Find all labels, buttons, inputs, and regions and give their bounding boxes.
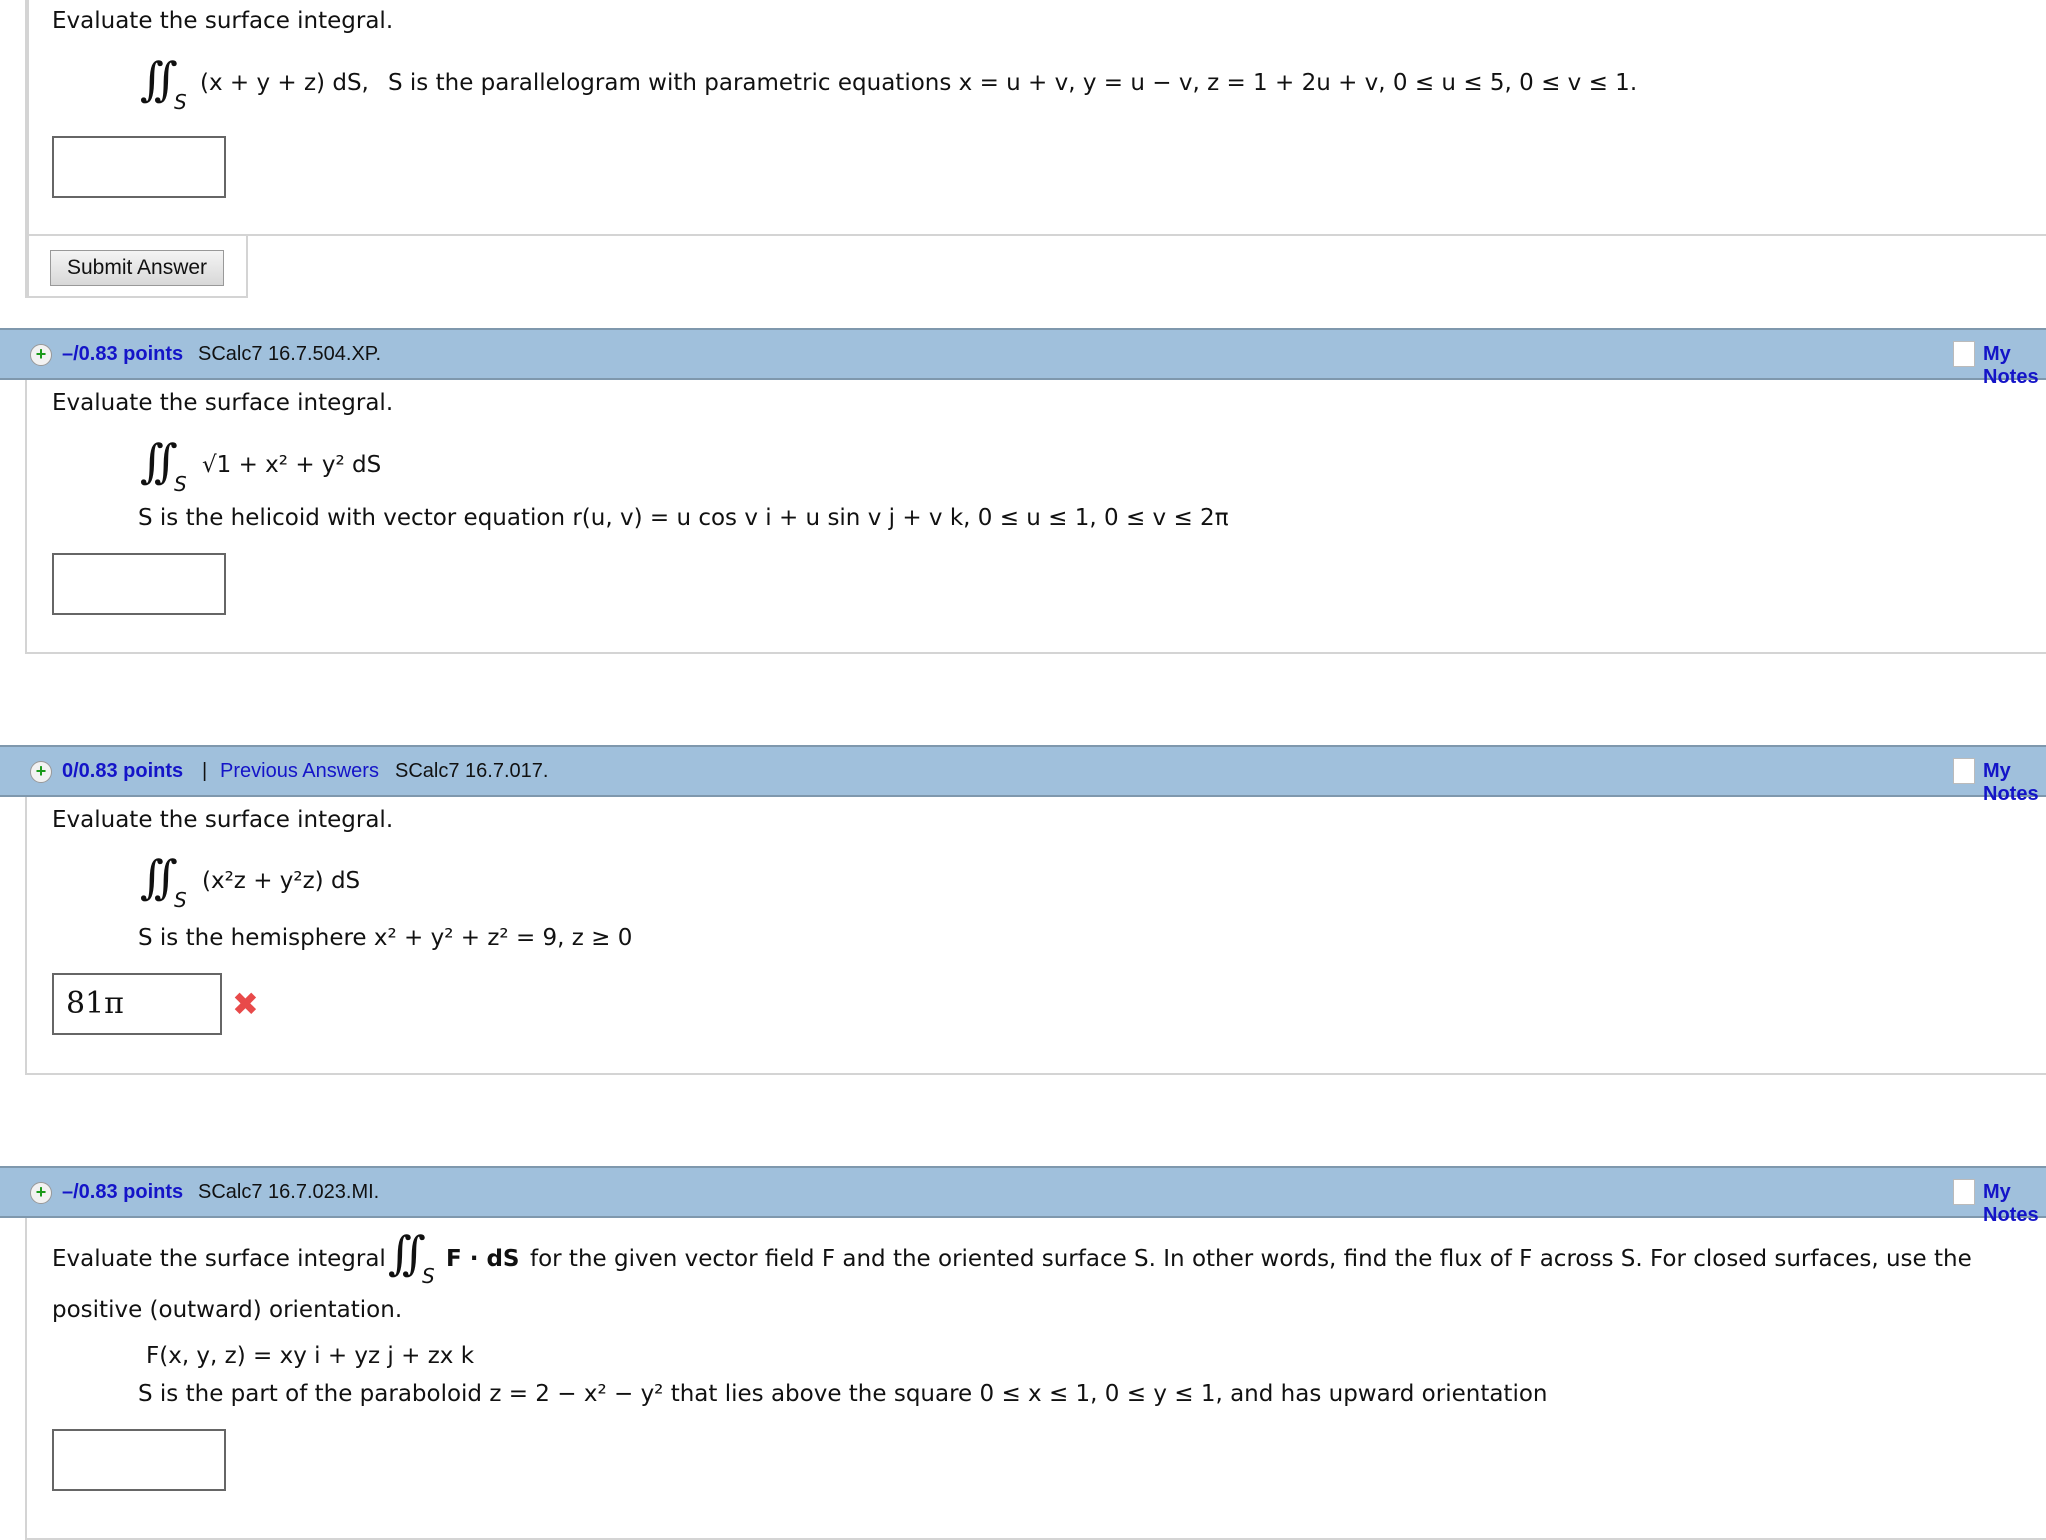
double-integral-icon: ∫∫ <box>140 850 178 904</box>
question-code: SCalc7 16.7.017. <box>395 760 549 782</box>
question-code: SCalc7 16.7.504.XP. <box>198 343 382 365</box>
double-integral-icon: ∫∫ <box>140 434 178 488</box>
question-3-header: + 0/0.83 points | Previous Answers SCalc… <box>0 745 2046 805</box>
divider <box>25 296 248 298</box>
incorrect-x-icon: ✖ <box>232 985 259 1023</box>
question-prompt: Evaluate the surface integral <box>52 1246 386 1272</box>
integrand: (x + y + z) dS, <box>200 70 369 96</box>
points: 0/0.83 points <box>62 760 184 782</box>
expand-plus-icon[interactable]: + <box>30 761 52 783</box>
expand-plus-icon[interactable]: + <box>30 1182 52 1204</box>
question-4-header: + –/0.83 points SCalc7 16.7.023.MI. My N… <box>0 1166 2046 1226</box>
notes-page-icon[interactable] <box>1953 341 1975 367</box>
question-description: S is the part of the paraboloid z = 2 − … <box>138 1381 1548 1407</box>
points: –/0.83 points <box>62 1181 184 1203</box>
previous-answers-link[interactable]: Previous Answers <box>220 760 379 783</box>
answer-input[interactable]: 81π <box>52 973 222 1035</box>
integrand: F · dS <box>446 1246 520 1272</box>
question-prompt: Evaluate the surface integral. <box>52 8 394 34</box>
divider <box>246 234 248 298</box>
answer-input[interactable] <box>52 136 226 198</box>
question-description: S is the hemisphere x² + y² + z² = 9, z … <box>138 925 633 951</box>
question-2-header: + –/0.83 points SCalc7 16.7.504.XP. My N… <box>0 328 2046 388</box>
separator: | <box>202 760 208 782</box>
expand-plus-icon[interactable]: + <box>30 344 52 366</box>
divider <box>25 234 2046 236</box>
notes-page-icon[interactable] <box>1953 758 1975 784</box>
question-description: S is the helicoid with vector equation r… <box>138 505 1229 531</box>
question-prompt-cont: positive (outward) orientation. <box>52 1297 403 1323</box>
answer-input[interactable] <box>52 1429 226 1491</box>
vector-field: F(x, y, z) = xy i + yz j + zx k <box>146 1343 475 1369</box>
question-code: SCalc7 16.7.023.MI. <box>198 1181 380 1203</box>
integrand: (x²z + y²z) dS <box>202 868 361 894</box>
question-1-panel <box>25 0 29 298</box>
question-prompt-cont: for the given vector field F and the ori… <box>530 1246 1972 1272</box>
integrand: √1 + x² + y² dS <box>202 452 382 478</box>
notes-page-icon[interactable] <box>1953 1179 1975 1205</box>
double-integral-icon: ∫∫ <box>140 52 178 106</box>
answer-input[interactable] <box>52 553 226 615</box>
question-prompt: Evaluate the surface integral. <box>52 807 394 833</box>
submit-answer-button[interactable]: Submit Answer <box>50 250 224 286</box>
points: –/0.83 points <box>62 343 184 365</box>
question-prompt: Evaluate the surface integral. <box>52 390 394 416</box>
question-description: S is the parallelogram with parametric e… <box>388 70 1638 96</box>
double-integral-icon: ∫∫ <box>388 1226 426 1280</box>
